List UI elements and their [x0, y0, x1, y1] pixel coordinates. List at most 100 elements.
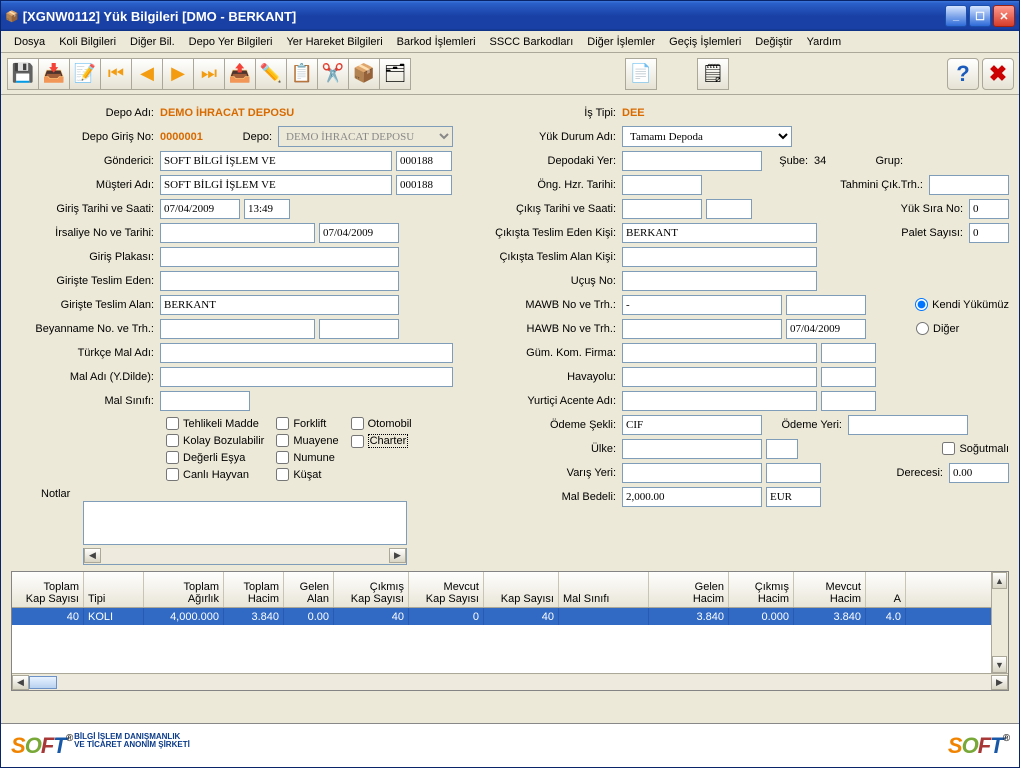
check-tehlikeli[interactable]: Tehlikeli Madde	[166, 417, 264, 430]
cikista-teslim-alan-input[interactable]	[622, 247, 817, 267]
notes-scroll-right[interactable]: ▶	[389, 548, 406, 563]
tahmini-cik-input[interactable]	[929, 175, 1009, 195]
check-canli[interactable]: Canlı Hayvan	[166, 468, 264, 481]
grid-header[interactable]: Çıkmış Kap Sayısı	[334, 572, 409, 607]
cut-icon[interactable]: ✂️	[317, 58, 349, 90]
maximize-button[interactable]: ☐	[969, 5, 991, 27]
grid-header[interactable]: Kap Sayısı	[484, 572, 559, 607]
mal-ydilde-input[interactable]	[160, 367, 453, 387]
gonderici-kod-input[interactable]	[396, 151, 452, 171]
toolbar-btn-3[interactable]: 📝	[69, 58, 101, 90]
menu-dosya[interactable]: Dosya	[7, 34, 52, 50]
check-kolay[interactable]: Kolay Bozulabilir	[166, 434, 264, 447]
help-icon[interactable]: ?	[947, 58, 979, 90]
menu-diger-islemler[interactable]: Diğer İşlemler	[580, 34, 662, 50]
grid-header[interactable]: A	[866, 572, 906, 607]
check-muayene[interactable]: Muayene	[276, 434, 338, 447]
ong-hzr-input[interactable]	[622, 175, 702, 195]
radio-kendi-yuk[interactable]: Kendi Yükümüz	[915, 298, 1009, 311]
next-icon[interactable]: ▶	[162, 58, 194, 90]
grid-header[interactable]: Mal Sınıfı	[559, 572, 649, 607]
beyanname-no-input[interactable]	[160, 319, 315, 339]
derecesi-input[interactable]	[949, 463, 1009, 483]
havayolu-kod-input[interactable]	[821, 367, 876, 387]
check-forklift[interactable]: Forklift	[276, 417, 338, 430]
prev-icon[interactable]: ◀	[131, 58, 163, 90]
grid-scroll-up[interactable]: ▲	[992, 572, 1007, 589]
giris-plaka-input[interactable]	[160, 247, 399, 267]
ulke-input[interactable]	[622, 439, 762, 459]
irsaliye-no-input[interactable]	[160, 223, 315, 243]
notes-scroll-left[interactable]: ◀	[84, 548, 101, 563]
irsaliye-tarih-input[interactable]	[319, 223, 399, 243]
yuk-sira-input[interactable]	[969, 199, 1009, 219]
minimize-button[interactable]: _	[945, 5, 967, 27]
check-otomobil[interactable]: Otomobil	[351, 417, 412, 430]
grid-header[interactable]: Gelen Hacim	[649, 572, 729, 607]
varis-yeri-kod-input[interactable]	[766, 463, 821, 483]
giriste-teslim-alan-input[interactable]	[160, 295, 399, 315]
ucus-no-input[interactable]	[622, 271, 817, 291]
mal-sinifi-input[interactable]	[160, 391, 250, 411]
table-row[interactable]: 40KOLI4,000.0003.8400.00400403.8400.0003…	[12, 608, 1008, 625]
check-sogutmali[interactable]: Soğutmalı	[942, 442, 1009, 455]
mal-bedeli-input[interactable]	[622, 487, 762, 507]
menu-depo-yer[interactable]: Depo Yer Bilgileri	[182, 34, 280, 50]
grid-header[interactable]: Çıkmış Hacim	[729, 572, 794, 607]
save-icon[interactable]: 💾	[7, 58, 39, 90]
gonderici-input[interactable]	[160, 151, 392, 171]
toolbar-btn-9[interactable]: ✏️	[255, 58, 287, 90]
check-numune[interactable]: Numune	[276, 451, 338, 464]
palet-input[interactable]	[969, 223, 1009, 243]
grid-scroll-left[interactable]: ◀	[12, 675, 29, 690]
depo-select[interactable]: DEMO İHRACAT DEPOSU	[278, 126, 453, 147]
giris-saati-input[interactable]	[244, 199, 290, 219]
giriste-teslim-eden-input[interactable]	[160, 271, 399, 291]
odeme-sekli-input[interactable]	[622, 415, 762, 435]
cikista-teslim-eden-input[interactable]	[622, 223, 817, 243]
varis-yeri-input[interactable]	[622, 463, 762, 483]
beyanname-tarih-input[interactable]	[319, 319, 399, 339]
turkce-mal-input[interactable]	[160, 343, 453, 363]
grid-scroll-right[interactable]: ▶	[991, 675, 1008, 690]
mawb-tarih-input[interactable]	[786, 295, 866, 315]
gum-kom-input[interactable]	[622, 343, 817, 363]
toolbar-btn-13[interactable]: 🗂	[379, 58, 411, 90]
toolbar-btn-15[interactable]: 🗒	[697, 58, 729, 90]
toolbar-btn-10[interactable]: 📋	[286, 58, 318, 90]
grid-header[interactable]: Gelen Alan	[284, 572, 334, 607]
cikis-tarihi-input[interactable]	[622, 199, 702, 219]
toolbar-btn-2[interactable]: 📥	[38, 58, 70, 90]
check-degerli[interactable]: Değerli Eşya	[166, 451, 264, 464]
menu-sscc[interactable]: SSCC Barkodları	[483, 34, 581, 50]
menu-gecis[interactable]: Geçiş İşlemleri	[662, 34, 748, 50]
giris-tarihi-input[interactable]	[160, 199, 240, 219]
grid-header[interactable]: Tipi	[84, 572, 144, 607]
check-kusat[interactable]: Küşat	[276, 468, 338, 481]
grid-header[interactable]: Toplam Ağırlık	[144, 572, 224, 607]
menu-diger-bil[interactable]: Diğer Bil.	[123, 34, 182, 50]
yurtici-acente-kod-input[interactable]	[821, 391, 876, 411]
menu-yer-hareket[interactable]: Yer Hareket Bilgileri	[279, 34, 389, 50]
mawb-no-input[interactable]	[622, 295, 782, 315]
gum-kom-kod-input[interactable]	[821, 343, 876, 363]
mal-bedeli-doviz-input[interactable]	[766, 487, 821, 507]
grid-header[interactable]: Toplam Kap Sayısı	[12, 572, 84, 607]
havayolu-input[interactable]	[622, 367, 817, 387]
check-charter[interactable]: Charter	[351, 434, 412, 448]
menu-koli[interactable]: Koli Bilgileri	[52, 34, 123, 50]
grid-header[interactable]: Toplam Hacim	[224, 572, 284, 607]
grid-scroll-down[interactable]: ▼	[992, 656, 1007, 673]
depodaki-yer-input[interactable]	[622, 151, 762, 171]
toolbar-btn-14[interactable]: 📄	[625, 58, 657, 90]
grid-header[interactable]: Mevcut Kap Sayısı	[409, 572, 484, 607]
grid-header[interactable]: Mevcut Hacim	[794, 572, 866, 607]
menu-yardim[interactable]: Yardım	[800, 34, 849, 50]
hawb-no-input[interactable]	[622, 319, 782, 339]
hawb-tarih-input[interactable]	[786, 319, 866, 339]
first-icon[interactable]: ⏮	[100, 58, 132, 90]
odeme-yeri-input[interactable]	[848, 415, 968, 435]
toolbar-btn-12[interactable]: 📦	[348, 58, 380, 90]
menu-barkod[interactable]: Barkod İşlemleri	[390, 34, 483, 50]
cikis-saati-input[interactable]	[706, 199, 752, 219]
